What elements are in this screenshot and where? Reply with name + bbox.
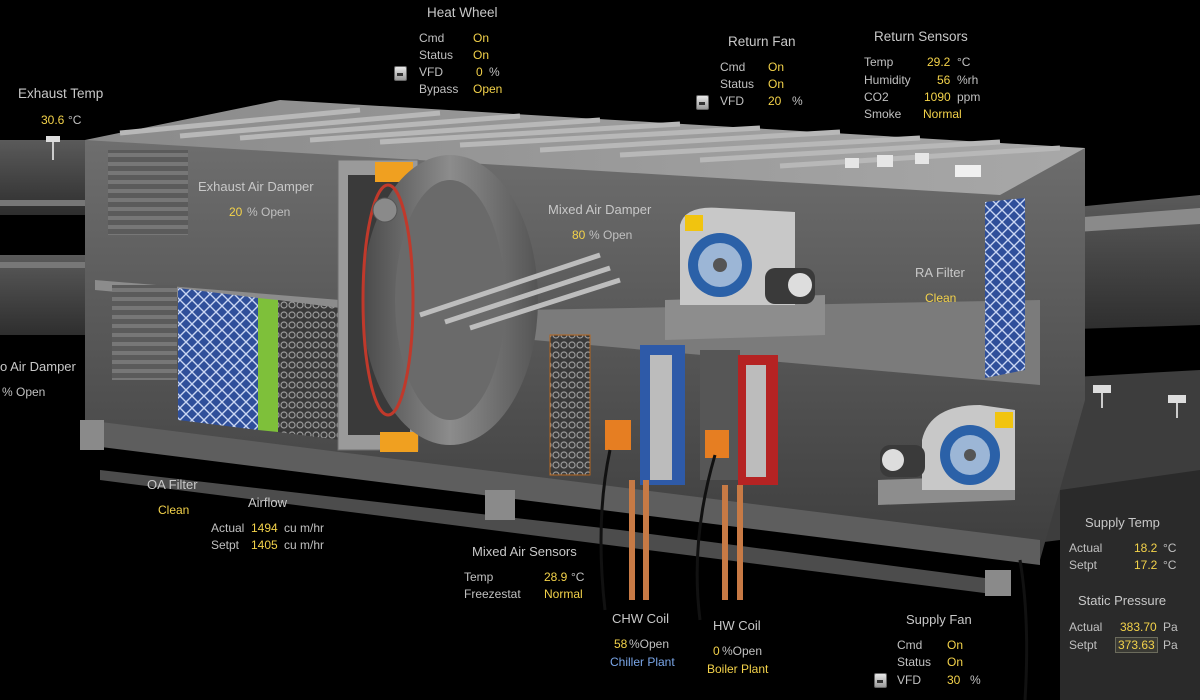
static-pressure-setpt[interactable]: 373.63 bbox=[1115, 637, 1158, 653]
chw-coil-title: CHW Coil bbox=[612, 611, 670, 626]
return-temp: 29.2 bbox=[927, 55, 951, 69]
chiller-plant-link[interactable]: Chiller Plant bbox=[610, 655, 675, 669]
st-actual-unit: °C bbox=[1163, 541, 1177, 555]
return-co2: 1090 bbox=[924, 90, 951, 104]
airflow-title: Airflow bbox=[248, 495, 288, 510]
af-actual-unit: cu m/hr bbox=[284, 521, 325, 535]
supply-temp-setpt[interactable]: 17.2 bbox=[1134, 558, 1157, 572]
mixed-damper-title: Mixed Air Damper bbox=[548, 202, 652, 217]
rf-vfd-unit: % bbox=[792, 94, 803, 108]
return-fan-cmd[interactable]: On bbox=[768, 60, 784, 74]
ra-filter-media bbox=[985, 198, 1025, 378]
hw-bypass-label: Bypass bbox=[419, 82, 459, 96]
static-pressure-actual: 383.70 bbox=[1120, 620, 1157, 634]
mixed-temp: 28.9 bbox=[544, 570, 568, 584]
rs-co2-unit: ppm bbox=[957, 90, 981, 104]
exhaust-damper-title: Exhaust Air Damper bbox=[198, 179, 314, 194]
vfd-controller-icon[interactable] bbox=[874, 673, 887, 688]
sp-setpt-unit: Pa bbox=[1163, 638, 1178, 652]
hw-valve-unit: %Open bbox=[722, 644, 763, 658]
chw-valve-unit: %Open bbox=[629, 637, 670, 651]
mixed-damper-unit: % Open bbox=[589, 228, 633, 242]
oa-damper-louvers bbox=[112, 285, 177, 380]
return-fan-status: On bbox=[768, 77, 785, 91]
heat-wheel-status: On bbox=[473, 48, 490, 62]
sp-actual-label: Actual bbox=[1069, 620, 1103, 634]
st-setpt-unit: °C bbox=[1163, 558, 1177, 572]
return-fan-title: Return Fan bbox=[728, 34, 796, 49]
rf-status-label: Status bbox=[720, 77, 755, 91]
exhaust-duct-left bbox=[0, 140, 95, 335]
rs-temp-unit: °C bbox=[957, 55, 971, 69]
sf-cmd-label: Cmd bbox=[897, 638, 923, 652]
exhaust-damper-value[interactable]: 20 bbox=[229, 205, 242, 219]
airflow-setpt[interactable]: 1405 bbox=[251, 538, 278, 552]
supply-fan-status: On bbox=[947, 655, 964, 669]
heat-wheel-cmd[interactable]: On bbox=[473, 31, 489, 45]
hw-coil-title: HW Coil bbox=[713, 618, 761, 633]
return-sensors-title: Return Sensors bbox=[874, 29, 968, 44]
static-pressure-title: Static Pressure bbox=[1078, 593, 1167, 608]
heat-wheel-bypass[interactable]: Open bbox=[473, 82, 502, 96]
vfd-controller-icon[interactable] bbox=[696, 95, 709, 110]
sp-actual-unit: Pa bbox=[1163, 620, 1178, 634]
ra-filter-status: Clean bbox=[925, 291, 957, 305]
mixed-sensors-title: Mixed Air Sensors bbox=[472, 544, 577, 559]
hw-cmd-label: Cmd bbox=[419, 31, 445, 45]
exhaust-temp-unit: °C bbox=[68, 113, 82, 127]
sf-vfd-label: VFD bbox=[897, 673, 921, 687]
st-setpt-label: Setpt bbox=[1069, 558, 1098, 572]
af-actual-label: Actual bbox=[211, 521, 245, 535]
ms-temp-unit: °C bbox=[571, 570, 585, 584]
supply-temp-actual: 18.2 bbox=[1134, 541, 1158, 555]
rf-vfd-label: VFD bbox=[720, 94, 744, 108]
freezestat-status: Normal bbox=[544, 587, 583, 601]
boiler-plant-link[interactable]: Boiler Plant bbox=[707, 662, 768, 676]
chw-valve-value[interactable]: 58 bbox=[614, 637, 627, 651]
rs-hum-label: Humidity bbox=[864, 73, 911, 87]
ms-freeze-label: Freezestat bbox=[464, 587, 521, 601]
supply-fan-vfd[interactable]: 30 bbox=[947, 673, 960, 687]
st-actual-label: Actual bbox=[1069, 541, 1103, 555]
airflow-actual: 1494 bbox=[251, 521, 278, 535]
oa-filter-status: Clean bbox=[158, 503, 190, 517]
heat-wheel-vfd[interactable]: 0 bbox=[476, 65, 483, 79]
supply-temp-title: Supply Temp bbox=[1085, 515, 1160, 530]
mixed-damper-value[interactable]: 80 bbox=[572, 228, 585, 242]
hw-status-label: Status bbox=[419, 48, 454, 62]
oa-damper-title: o Air Damper bbox=[0, 359, 76, 374]
sf-vfd-unit: % bbox=[970, 673, 981, 687]
oa-filter-title: OA Filter bbox=[147, 477, 198, 492]
hw-vfd-label: VFD bbox=[419, 65, 443, 79]
sp-setpt-label: Setpt bbox=[1069, 638, 1098, 652]
oa-damper-unit: % Open bbox=[2, 385, 46, 399]
exhaust-damper-unit: % Open bbox=[247, 205, 291, 219]
return-fan-vfd[interactable]: 20 bbox=[768, 94, 781, 108]
rs-temp-label: Temp bbox=[864, 55, 894, 69]
ra-filter-title: RA Filter bbox=[915, 265, 965, 280]
exhaust-temp-title: Exhaust Temp bbox=[18, 86, 104, 101]
rf-cmd-label: Cmd bbox=[720, 60, 746, 74]
sf-status-label: Status bbox=[897, 655, 932, 669]
supply-fan-title: Supply Fan bbox=[906, 612, 972, 627]
af-setpt-label: Setpt bbox=[211, 538, 240, 552]
rs-smoke-label: Smoke bbox=[864, 107, 902, 121]
return-smoke: Normal bbox=[923, 107, 962, 121]
rs-co2-label: CO2 bbox=[864, 90, 889, 104]
ms-temp-label: Temp bbox=[464, 570, 494, 584]
return-humidity: 56 bbox=[937, 73, 951, 87]
oa-filter-media bbox=[178, 288, 258, 430]
air-handling-unit-illustration bbox=[0, 100, 1200, 700]
heat-wheel-title: Heat Wheel bbox=[427, 5, 498, 20]
rs-hum-unit: %rh bbox=[957, 73, 979, 87]
af-setpt-unit: cu m/hr bbox=[284, 538, 325, 552]
supply-fan-cmd[interactable]: On bbox=[947, 638, 963, 652]
exhaust-temp-value: 30.6 bbox=[41, 113, 65, 127]
vfd-controller-icon[interactable] bbox=[394, 66, 407, 81]
hw-vfd-unit: % bbox=[489, 65, 500, 79]
exhaust-damper-louvers bbox=[108, 150, 188, 235]
hw-valve-value[interactable]: 0 bbox=[713, 644, 720, 658]
